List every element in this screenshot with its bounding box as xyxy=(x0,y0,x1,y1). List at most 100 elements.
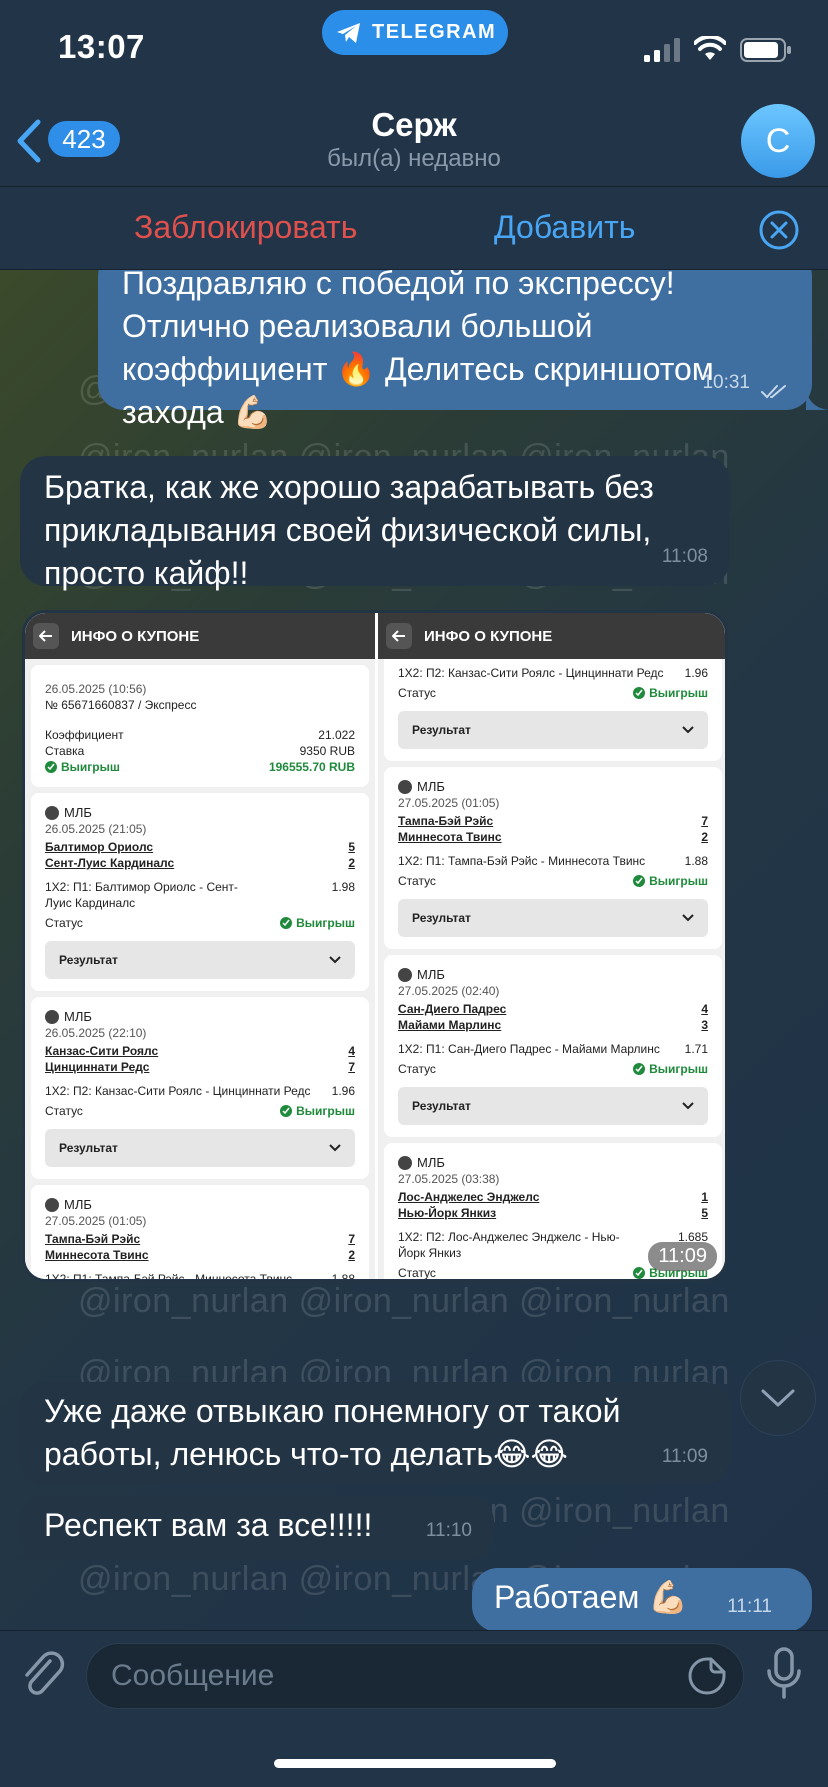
check-icon xyxy=(633,687,646,699)
win-status: Выигрыш xyxy=(45,759,120,775)
message-time: 11:08 xyxy=(661,546,708,567)
double-check-icon xyxy=(761,385,786,399)
sticker-icon[interactable] xyxy=(687,1656,727,1696)
message-text: Братка, как же хорошо зарабатывать без п… xyxy=(44,469,654,591)
win-status: Выигрыш xyxy=(280,1103,355,1119)
event-date: 27.05.2025 (01:05) xyxy=(398,796,500,810)
message-incoming[interactable]: Уже даже отвыкаю понемногу от такой рабо… xyxy=(20,1382,730,1484)
result-dropdown: Результат xyxy=(45,1129,355,1167)
telegram-pill-label: TELEGRAM xyxy=(372,21,497,43)
chevron-down-icon xyxy=(682,914,694,922)
status-label: Статус xyxy=(398,686,436,700)
league-label: МЛБ xyxy=(64,1009,92,1024)
win-label: Выигрыш xyxy=(296,1104,355,1118)
league-label: МЛБ xyxy=(417,1155,445,1170)
bet-odds: 1.88 xyxy=(331,1272,355,1282)
coupon-screenshot-right: ИНФО О КУПОНЕ 1Х2: П2: Канзас-Сити Роялс… xyxy=(378,613,725,1280)
coef-value: 21.022 xyxy=(318,728,355,742)
bet-description: 1Х2: П2: Канзас-Сити Роялс - Цинциннати … xyxy=(398,666,664,680)
action-bar: Заблокировать Добавить xyxy=(0,186,828,270)
bubble-tail xyxy=(10,1538,32,1560)
coupon-summary: 26.05.2025 (10:56) № 65671660837 / Экспр… xyxy=(31,665,369,787)
bet-odds: 1.98 xyxy=(331,880,355,894)
scroll-down-button[interactable] xyxy=(740,1360,816,1436)
close-icon[interactable] xyxy=(758,209,800,251)
bet-odds: 1.96 xyxy=(684,666,708,680)
chat-header: 423 Серж был(а) недавно С xyxy=(0,100,828,186)
photo-message[interactable]: ИНФО О КУПОНЕ 26.05.2025 (10:56) № 65671… xyxy=(22,610,728,1282)
bet-description: 1Х2: П1: Сан-Диего Падрес - Майами Марли… xyxy=(398,1042,660,1056)
event-date: 26.05.2025 (21:05) xyxy=(45,822,147,836)
score-2: 2 xyxy=(701,830,708,844)
league-label: МЛБ xyxy=(64,1197,92,1212)
team-1: Балтимор Ориолс xyxy=(45,840,154,854)
baseball-icon xyxy=(398,968,412,982)
status-label: Статус xyxy=(45,916,83,930)
score-2: 2 xyxy=(348,856,355,870)
score-1: 7 xyxy=(701,814,708,828)
team-1: Сан-Диего Падрес xyxy=(398,1002,507,1016)
photo-time: 11:09 xyxy=(648,1242,717,1271)
chat-area[interactable]: @iron_nurlan @iron_nurlan @iron_nurlan @… xyxy=(0,270,828,1630)
coupon-header-title: ИНФО О КУПОНЕ xyxy=(424,627,553,645)
avatar[interactable]: С xyxy=(741,104,815,178)
battery-icon xyxy=(740,38,791,62)
result-dropdown: Результат xyxy=(398,899,708,937)
event-card: МЛБ 26.05.2025 (21:05) Балтимор Ориолс 5 … xyxy=(31,793,369,991)
telegram-icon xyxy=(337,22,360,43)
win-label: Выигрыш xyxy=(296,916,355,930)
message-input[interactable]: Сообщение xyxy=(86,1643,744,1709)
league-label: МЛБ xyxy=(64,805,92,820)
score-2: 3 xyxy=(701,1018,708,1032)
win-status: Выигрыш xyxy=(633,685,708,701)
team-1: Лос-Анджелес Энджелс xyxy=(398,1190,540,1204)
coupon-header: ИНФО О КУПОНЕ xyxy=(25,613,375,659)
check-icon xyxy=(45,761,57,773)
win-label: Выигрыш xyxy=(649,686,708,700)
event-date: 27.05.2025 (02:40) xyxy=(398,984,500,998)
chevron-down-icon xyxy=(329,1144,341,1152)
bet-description: 1Х2: П2: Лос-Анджелес Энджелс - Нью-Йорк… xyxy=(398,1230,620,1260)
chat-title[interactable]: Серж xyxy=(0,106,828,144)
paperclip-icon[interactable] xyxy=(20,1649,66,1701)
event-card: МЛБ 27.05.2025 (02:40) Сан-Диего Падрес 4… xyxy=(384,955,722,1137)
coupon-header: ИНФО О КУПОНЕ xyxy=(378,613,725,659)
event-date: 27.05.2025 (03:38) xyxy=(398,1172,500,1186)
result-label: Результат xyxy=(59,953,118,967)
team-1: Тампа-Бэй Рэйс xyxy=(45,1232,141,1246)
add-contact-button[interactable]: Добавить xyxy=(494,209,635,246)
team-2: Нью-Йорк Янкиз xyxy=(398,1206,497,1220)
bet-description: 1Х2: П1: Тампа-Бэй Рэйс - Миннесота Твин… xyxy=(398,854,646,868)
message-outgoing[interactable]: Поздравляю с победой по экспрессу! Отлич… xyxy=(98,270,812,430)
score-1: 5 xyxy=(348,840,355,854)
arrow-left-icon xyxy=(386,623,412,649)
win-status: Выигрыш xyxy=(633,1061,708,1077)
message-outgoing[interactable]: Работаем 💪🏻 11:11 xyxy=(472,1568,812,1630)
team-2: Цинциннати Редс xyxy=(45,1060,150,1074)
telegram-pill[interactable]: TELEGRAM xyxy=(322,10,508,55)
team-2: Миннесота Твинс xyxy=(398,830,502,844)
chevron-down-icon xyxy=(682,726,694,734)
wifi-icon xyxy=(694,36,726,60)
status-time: 13:07 xyxy=(58,28,145,65)
stake-value: 9350 RUB xyxy=(299,744,355,758)
bubble-tail xyxy=(806,388,828,410)
check-icon xyxy=(633,875,646,887)
block-button[interactable]: Заблокировать xyxy=(134,209,357,246)
score-1: 7 xyxy=(348,1232,355,1246)
baseball-icon xyxy=(45,1010,59,1024)
status-label: Статус xyxy=(398,874,436,888)
status-label: Статус xyxy=(398,1266,436,1280)
message-incoming[interactable]: Респект вам за все!!!!! 11:10 xyxy=(20,1496,494,1560)
score-2: 2 xyxy=(348,1248,355,1262)
status-label: Статус xyxy=(398,1062,436,1076)
message-text: Респект вам за все!!!!! xyxy=(44,1507,373,1543)
win-amount: 196555.70 RUB xyxy=(268,760,355,774)
bet-description: 1Х2: П1: Балтимор Ориолс - Сент-Луис Кар… xyxy=(45,880,238,910)
microphone-icon[interactable] xyxy=(764,1647,804,1703)
result-dropdown: Результат xyxy=(398,711,708,749)
chevron-down-icon xyxy=(329,956,341,964)
score-2: 7 xyxy=(348,1060,355,1074)
result-dropdown: Результат xyxy=(45,941,355,979)
message-incoming[interactable]: Братка, как же хорошо зарабатывать без п… xyxy=(20,456,730,591)
